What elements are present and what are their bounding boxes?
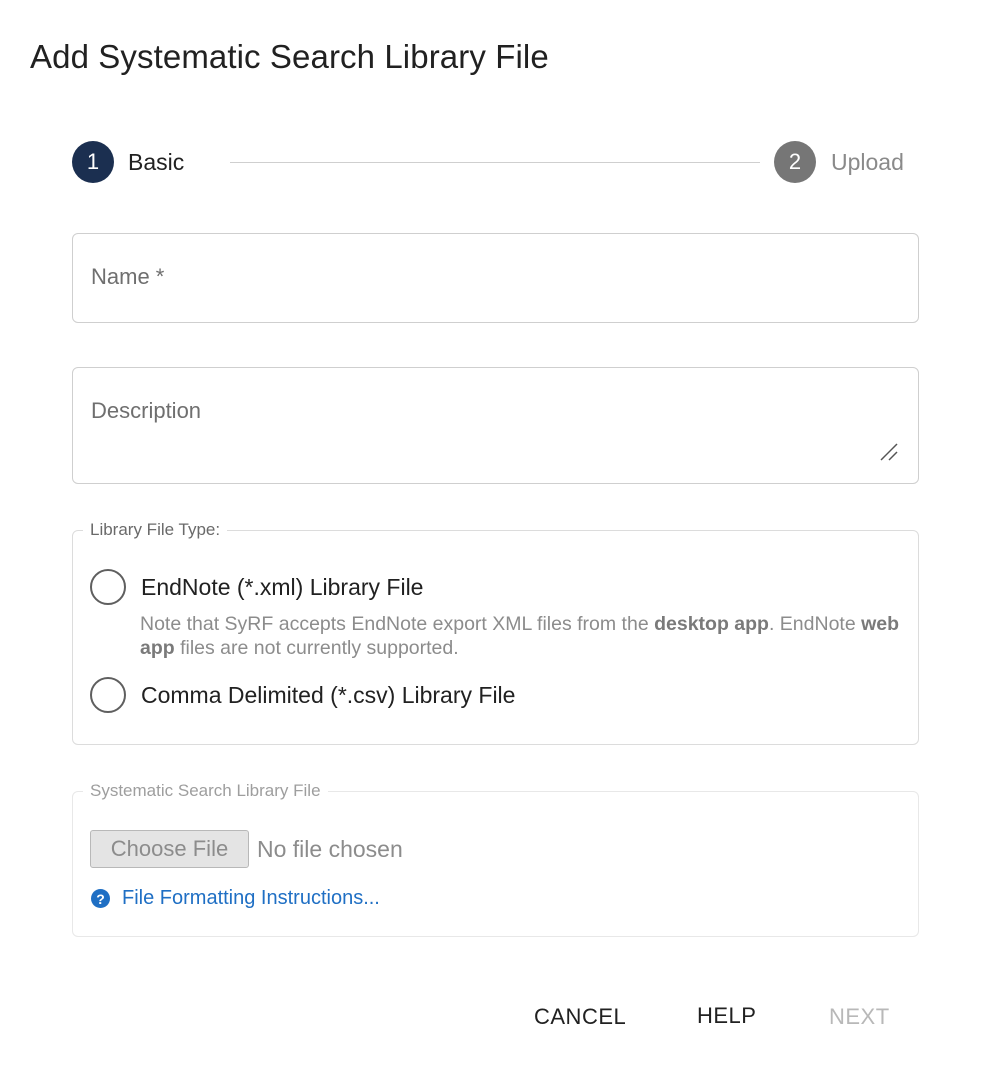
radio-option-csv[interactable]: Comma Delimited (*.csv) Library File: [90, 677, 515, 713]
name-field: [72, 233, 919, 323]
radio-button-endnote[interactable]: [90, 569, 126, 605]
description-field: [72, 367, 919, 484]
help-button[interactable]: HELP: [697, 1003, 756, 1029]
cancel-button[interactable]: CANCEL: [534, 1004, 626, 1030]
radio-label-csv[interactable]: Comma Delimited (*.csv) Library File: [141, 682, 515, 709]
library-file-upload-group: Systematic Search Library File Choose Fi…: [72, 781, 919, 937]
dialog-title: Add Systematic Search Library File: [30, 38, 549, 75]
stepper-connector-line: [230, 162, 760, 163]
step-2-number[interactable]: 2: [774, 141, 816, 183]
radio-option-endnote[interactable]: EndNote (*.xml) Library File: [90, 569, 423, 605]
choose-file-button[interactable]: Choose File: [90, 830, 249, 868]
file-formatting-instructions-link[interactable]: ? File Formatting Instructions...: [91, 887, 380, 910]
library-file-type-legend: Library File Type:: [83, 520, 228, 540]
name-input[interactable]: [91, 264, 891, 290]
step-2-label[interactable]: Upload: [831, 149, 904, 176]
library-file-type-group: Library File Type: EndNote (*.xml) Libra…: [72, 520, 919, 745]
radio-button-csv[interactable]: [90, 677, 126, 713]
description-input[interactable]: [91, 398, 891, 458]
library-file-legend: Systematic Search Library File: [83, 781, 328, 801]
resize-handle-icon[interactable]: [878, 441, 900, 463]
next-button[interactable]: NEXT: [829, 1004, 890, 1030]
note-desktop-app: desktop app: [654, 613, 769, 635]
file-status-text: No file chosen: [257, 836, 403, 862]
radio-label-endnote[interactable]: EndNote (*.xml) Library File: [141, 574, 423, 601]
endnote-note: Note that SyRF accepts EndNote export XM…: [140, 613, 900, 659]
file-formatting-instructions-text[interactable]: File Formatting Instructions...: [122, 887, 380, 910]
stepper: 1 Basic 2 Upload: [72, 141, 912, 185]
question-circle-icon[interactable]: ?: [91, 889, 110, 908]
step-1-number[interactable]: 1: [72, 141, 114, 183]
step-1-label[interactable]: Basic: [128, 149, 184, 176]
